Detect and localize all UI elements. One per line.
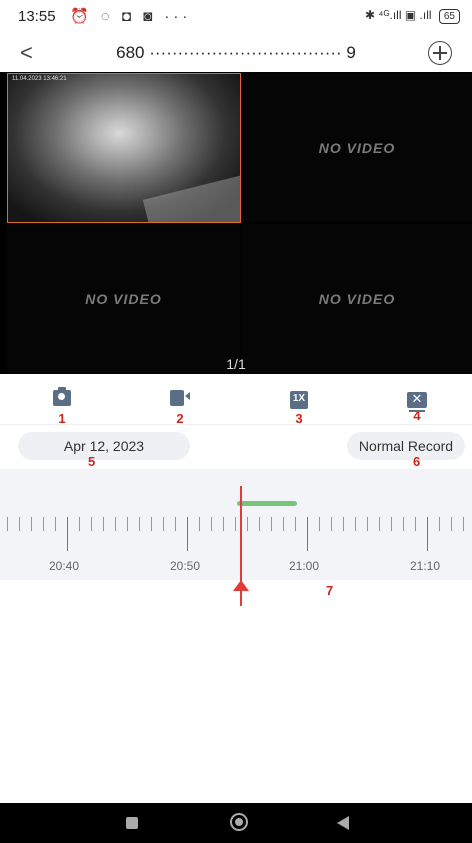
video-grid: 11.04.2023 13:46:21 NO VIDEO NO VIDEO NO… — [0, 72, 472, 374]
app-header: < 680 ··································… — [0, 34, 472, 72]
timeline-tick — [55, 517, 56, 531]
timeline-tick — [67, 517, 68, 551]
status-signal-icons: ✱ ⁴ᴳ.ıll ▣ .ıll 65 — [365, 8, 460, 24]
timeline-tick — [451, 517, 452, 531]
close-stream-button[interactable]: ✕ 4 — [387, 388, 447, 423]
no-video-label: NO VIDEO — [85, 291, 162, 307]
timeline-tick — [427, 517, 428, 551]
date-picker-button[interactable]: Apr 12, 2023 — [18, 432, 190, 460]
timeline-tick — [223, 517, 224, 531]
system-nav-bar — [0, 803, 472, 843]
timeline-tick — [295, 517, 296, 531]
timeline-tick — [43, 517, 44, 531]
timeline-tick — [271, 517, 272, 531]
timeline-tick — [331, 517, 332, 531]
timeline-tick — [343, 517, 344, 531]
timeline-tick — [439, 517, 440, 531]
video-cell-2[interactable]: NO VIDEO — [242, 73, 472, 222]
annotation-number: 1 — [58, 411, 66, 426]
video-cell-3[interactable]: NO VIDEO — [7, 224, 240, 374]
timeline-tick — [235, 517, 236, 531]
timeline-tick — [151, 517, 152, 531]
annotation-number: 5 — [88, 454, 96, 469]
camera-icon — [53, 387, 71, 406]
add-device-icon[interactable] — [428, 41, 452, 65]
timeline-tick — [103, 517, 104, 531]
timeline-tick — [307, 517, 308, 551]
playback-toolbar: 1 2 1X 3 ✕ 4 — [0, 374, 472, 426]
timeline-tick — [415, 517, 416, 531]
timeline-tick — [379, 517, 380, 531]
timeline-tick — [211, 517, 212, 531]
timeline-tick — [463, 517, 464, 531]
record-button[interactable]: 2 — [150, 388, 210, 426]
timeline-tick — [79, 517, 80, 531]
timeline-ticks — [0, 517, 472, 557]
no-video-label: NO VIDEO — [318, 291, 396, 307]
timeline-tick — [355, 517, 356, 531]
timeline-tick — [403, 517, 404, 531]
speed-button[interactable]: 1X 3 — [269, 388, 329, 426]
timeline-tick — [91, 517, 92, 531]
timeline-tick — [199, 517, 200, 531]
timeline-tick — [115, 517, 116, 531]
timeline-tick — [7, 517, 8, 531]
status-bar: 13:55 ⏰ ◌ ◘ ◙ ··· ✱ ⁴ᴳ.ıll ▣ .ıll 65 — [0, 0, 472, 34]
timeline-tick — [127, 517, 128, 531]
annotation-number: 6 — [413, 454, 421, 469]
timeline-label: 20:40 — [49, 559, 80, 573]
playback-timeline[interactable]: 20:40 20:50 21:00 21:10 — [0, 469, 472, 606]
timeline-label: 21:10 — [410, 559, 441, 573]
signal-icon: ✱ ⁴ᴳ.ıll ▣ .ıll — [365, 8, 432, 22]
video-cell-1[interactable]: 11.04.2023 13:46:21 — [7, 73, 241, 223]
video-frame-detail — [142, 165, 240, 222]
timeline-tick — [175, 517, 176, 531]
recording-segment[interactable] — [237, 501, 297, 506]
annotation-number: 2 — [176, 411, 184, 426]
timeline-cursor-handle[interactable] — [233, 580, 249, 591]
page-title: 680 ·································· 9 — [116, 43, 356, 62]
video-record-icon — [170, 390, 190, 406]
annotation-number: 3 — [295, 411, 303, 426]
annotation-number: 7 — [326, 583, 334, 598]
timeline-tick — [163, 517, 164, 531]
video-cell-4[interactable]: NO VIDEO — [242, 224, 472, 374]
timeline-label: 21:00 — [289, 559, 320, 573]
battery-icon: 65 — [438, 9, 460, 24]
timeline-tick — [259, 517, 260, 531]
video-timestamp: 11.04.2023 13:46:21 — [12, 76, 67, 82]
speed-1x-icon: 1X — [289, 391, 309, 409]
snapshot-button[interactable]: 1 — [32, 387, 92, 426]
timeline-tick — [139, 517, 140, 531]
timeline-tick — [31, 517, 32, 531]
recent-apps-icon[interactable] — [126, 817, 138, 829]
no-video-label: NO VIDEO — [318, 139, 396, 156]
timeline-tick — [319, 517, 320, 531]
page-indicator: 1/1 — [226, 356, 246, 372]
back-nav-icon[interactable] — [337, 816, 349, 830]
status-notification-icons: ⏰ ◌ ◘ ◙ ··· — [70, 8, 192, 25]
timeline-tick — [367, 517, 368, 531]
home-icon[interactable] — [230, 813, 248, 831]
timeline-tick — [283, 517, 284, 531]
status-time: 13:55 — [18, 8, 56, 25]
timeline-tick — [391, 517, 392, 531]
timeline-tick — [19, 517, 20, 531]
close-screen-icon: ✕ — [407, 392, 427, 412]
timeline-tick — [187, 517, 188, 551]
record-type-button[interactable]: Normal Record — [347, 432, 465, 460]
timeline-tick — [247, 517, 248, 531]
timeline-label: 20:50 — [170, 559, 201, 573]
